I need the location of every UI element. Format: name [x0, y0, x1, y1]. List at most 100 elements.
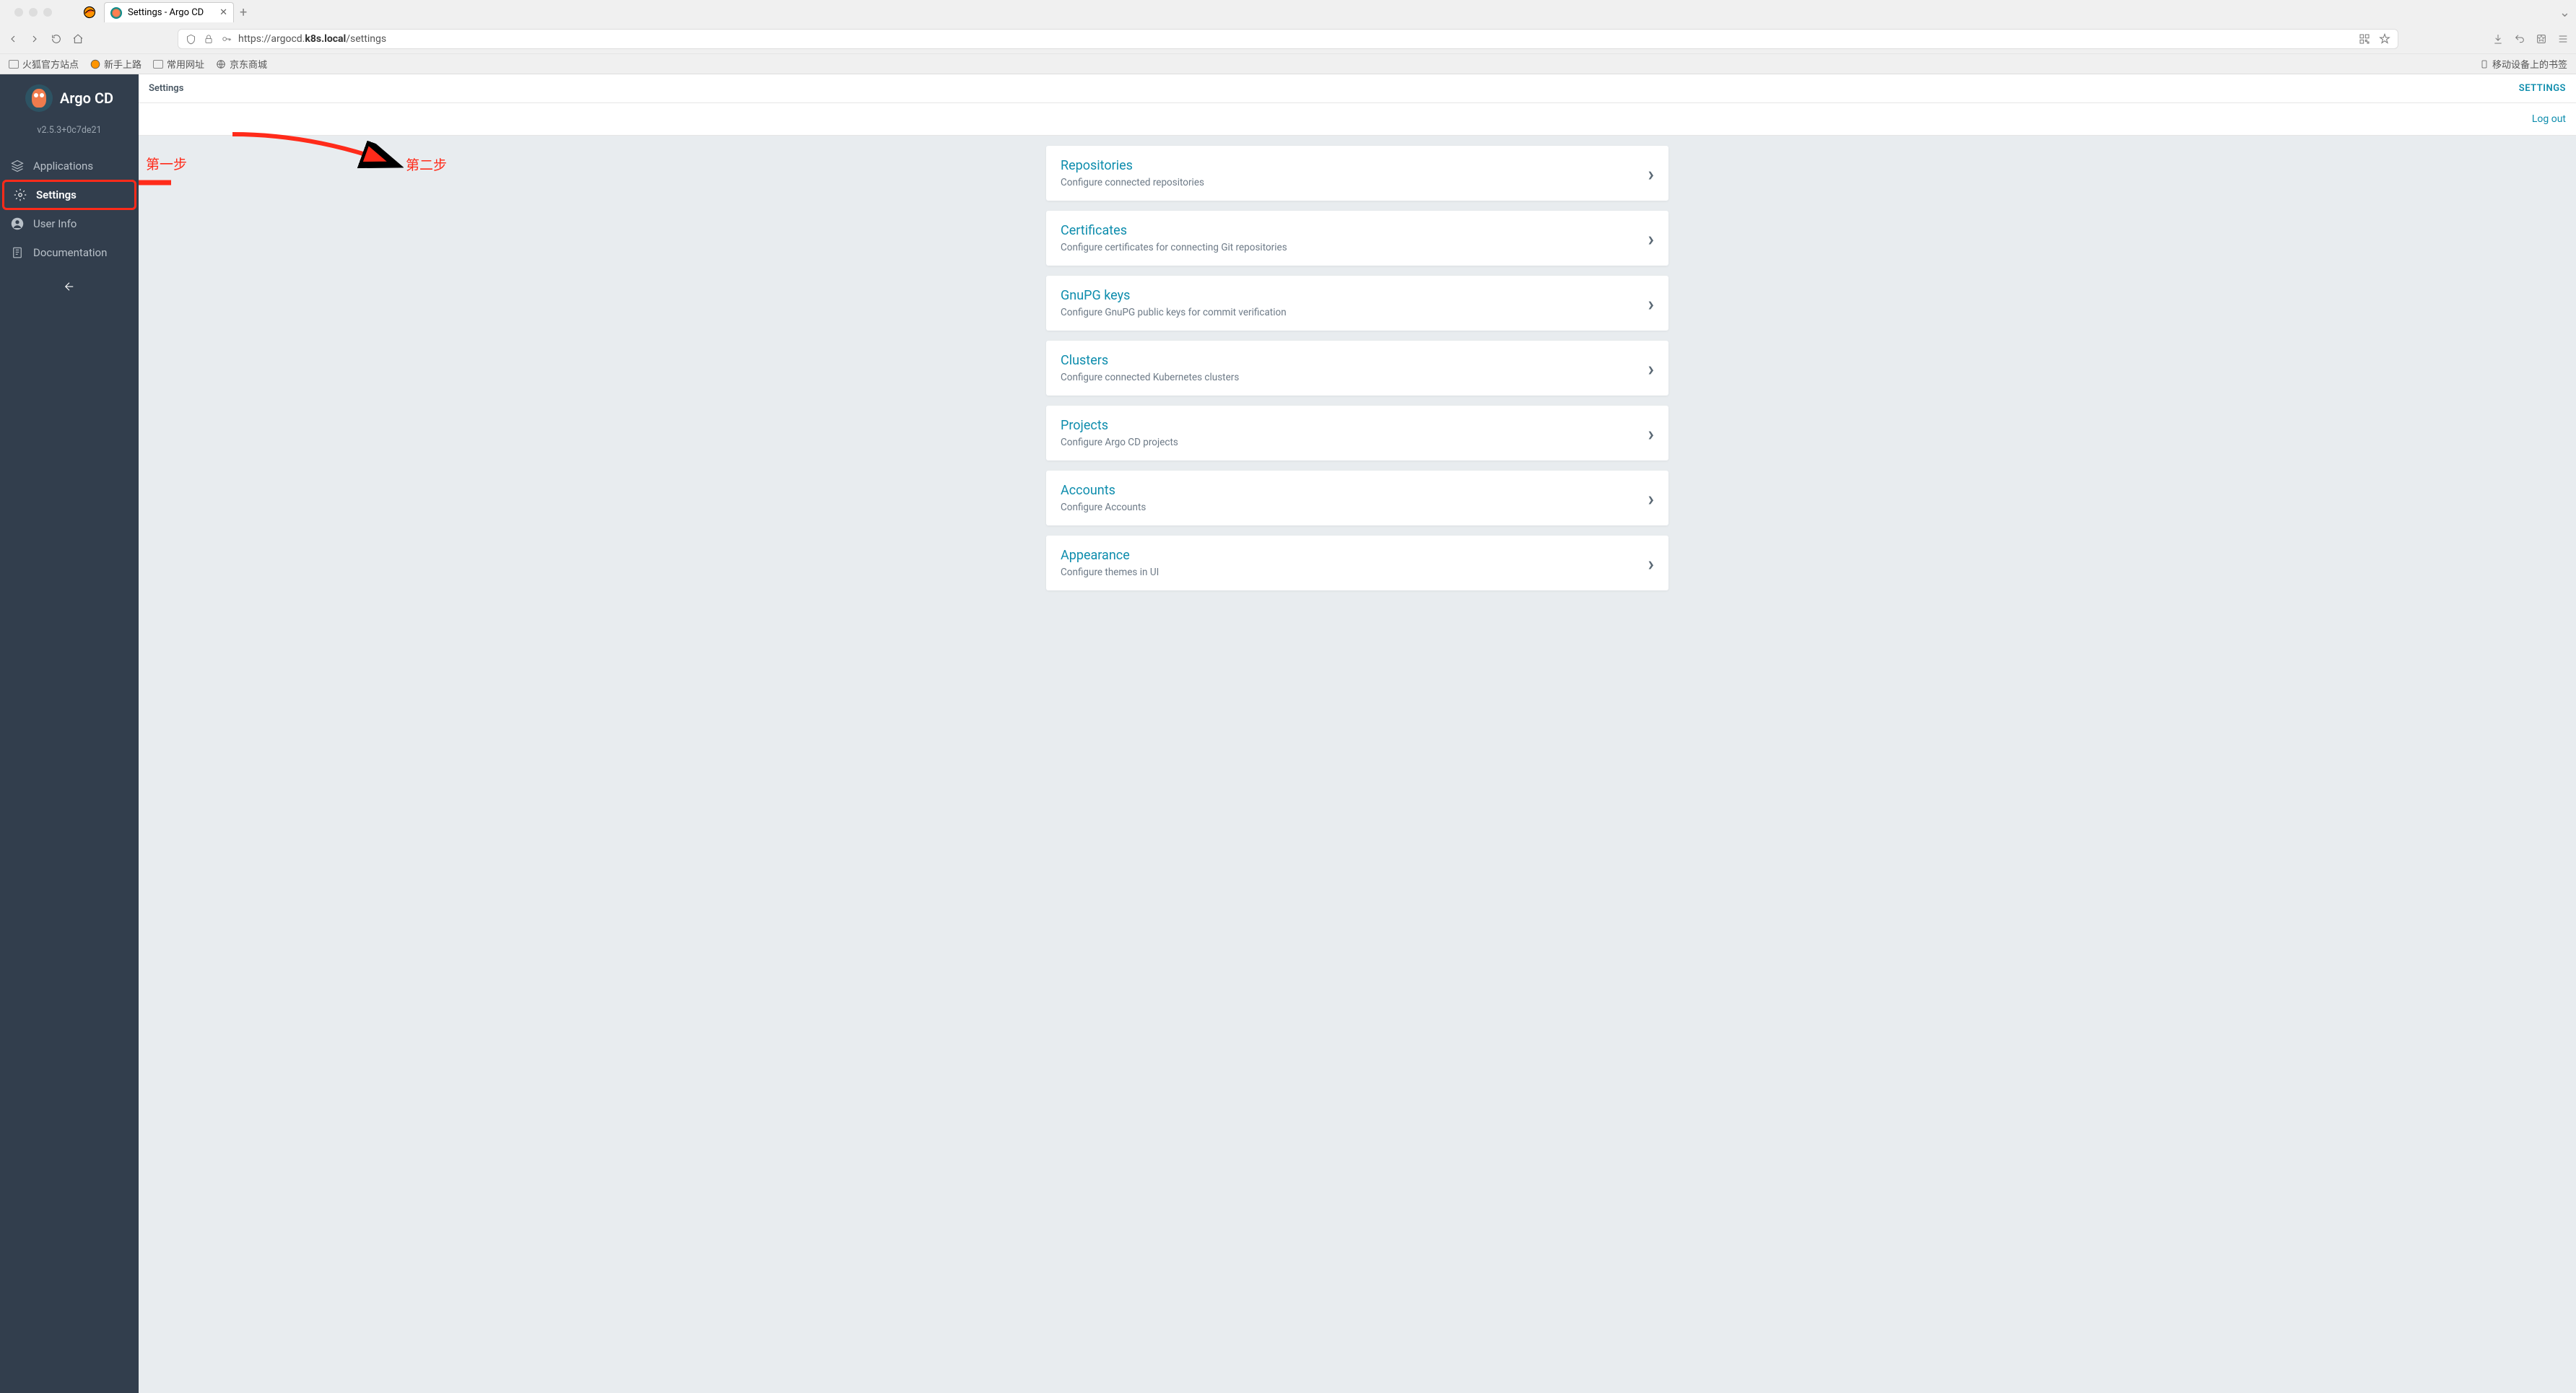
card-gnupg[interactable]: GnuPG keys Configure GnuPG public keys f… — [1046, 276, 1668, 331]
card-title: Clusters — [1061, 353, 1648, 368]
firefox-icon — [82, 5, 97, 19]
minimize-window-dot[interactable] — [29, 8, 38, 17]
shield-icon — [186, 34, 196, 45]
address-bar-row: https://argocd.k8s.local/settings — [0, 25, 2576, 53]
download-icon[interactable] — [2492, 33, 2504, 45]
new-tab-button[interactable]: + — [240, 5, 247, 20]
url-text: https://argocd.k8s.local/settings — [238, 33, 386, 45]
card-title: Repositories — [1061, 158, 1648, 173]
nav-label: Documentation — [33, 246, 107, 259]
card-desc: Configure Accounts — [1061, 502, 1648, 513]
chevron-right-icon: › — [1648, 227, 1654, 250]
main-content: Settings SETTINGS Log out 第一步 第二步 — [139, 74, 2576, 1393]
browser-tools — [2492, 33, 2569, 45]
sidebar-header: Argo CD v2.5.3+0c7de21 — [0, 84, 139, 149]
close-tab-icon[interactable]: ✕ — [219, 7, 227, 18]
extensions-icon[interactable] — [2536, 33, 2547, 45]
user-icon — [10, 217, 25, 231]
qr-icon[interactable] — [2359, 33, 2370, 45]
layers-icon — [10, 159, 25, 173]
gear-icon — [13, 188, 27, 202]
bookmarks-bar: 火狐官方站点 新手上路 常用网址 京东商城 移动设备上的书签 — [0, 53, 2576, 74]
card-desc: Configure connected repositories — [1061, 177, 1648, 188]
nav-label: User Info — [33, 217, 77, 230]
globe-icon — [216, 59, 226, 69]
card-certificates[interactable]: Certificates Configure certificates for … — [1046, 211, 1668, 266]
firefox-small-icon — [90, 59, 100, 69]
card-repositories[interactable]: Repositories Configure connected reposit… — [1046, 146, 1668, 201]
nav-item-documentation[interactable]: Documentation — [0, 238, 139, 267]
arrow-left-icon — [63, 280, 76, 293]
bookmark-item-2[interactable]: 常用网址 — [153, 57, 204, 71]
logout-link[interactable]: Log out — [2532, 113, 2566, 125]
version-text: v2.5.3+0c7de21 — [37, 125, 101, 136]
address-bar[interactable]: https://argocd.k8s.local/settings — [178, 29, 2398, 49]
nav-label: Settings — [36, 188, 77, 201]
tab-title: Settings - Argo CD — [128, 7, 204, 18]
app-title: Argo CD — [60, 89, 113, 107]
nav-item-userinfo[interactable]: User Info — [0, 209, 139, 238]
nav-item-settings[interactable]: Settings — [3, 180, 136, 209]
mobile-bookmarks[interactable]: 移动设备上的书签 — [2480, 57, 2567, 71]
bookmark-item-0[interactable]: 火狐官方站点 — [9, 57, 79, 71]
back-button[interactable] — [7, 33, 19, 45]
chevron-right-icon: › — [1648, 422, 1654, 445]
card-title: Appearance — [1061, 548, 1648, 563]
nav-buttons — [7, 33, 84, 45]
card-desc: Configure Argo CD projects — [1061, 437, 1648, 448]
reload-button[interactable] — [51, 33, 62, 45]
maximize-window-dot[interactable] — [43, 8, 52, 17]
close-window-dot[interactable] — [14, 8, 23, 17]
card-projects[interactable]: Projects Configure Argo CD projects › — [1046, 406, 1668, 460]
card-title: Certificates — [1061, 223, 1648, 238]
annotation-step1-text: 第一步 — [146, 154, 187, 173]
chevron-right-icon: › — [1648, 357, 1654, 380]
bookmark-item-3[interactable]: 京东商城 — [216, 57, 267, 71]
browser-chrome: Settings - Argo CD ✕ + ⌄ https://argocd.… — [0, 0, 2576, 74]
book-icon — [10, 245, 25, 260]
nav-item-applications[interactable]: Applications — [0, 152, 139, 180]
key-icon — [221, 34, 232, 44]
card-appearance[interactable]: Appearance Configure themes in UI › — [1046, 536, 1668, 590]
card-title: GnuPG keys — [1061, 288, 1648, 303]
settings-cards: 第一步 第二步 — [139, 136, 2576, 611]
forward-button[interactable] — [29, 33, 40, 45]
card-title: Accounts — [1061, 483, 1648, 498]
history-back-icon[interactable] — [2514, 33, 2525, 45]
tab-bar: Settings - Argo CD ✕ + ⌄ — [0, 0, 2576, 25]
card-desc: Configure GnuPG public keys for commit v… — [1061, 307, 1648, 318]
folder-icon — [153, 60, 163, 69]
window-controls — [6, 8, 61, 17]
home-button[interactable] — [72, 33, 84, 45]
lock-icon — [204, 34, 214, 44]
card-desc: Configure certificates for connecting Gi… — [1061, 242, 1648, 253]
breadcrumb: Settings — [149, 83, 183, 94]
bookmark-star-icon[interactable] — [2379, 33, 2390, 45]
collapse-sidebar-button[interactable] — [0, 267, 139, 306]
annotation-step2-text: 第二步 — [406, 154, 447, 174]
card-desc: Configure connected Kubernetes clusters — [1061, 372, 1648, 383]
breadcrumb-bar: Settings SETTINGS — [139, 74, 2576, 103]
card-desc: Configure themes in UI — [1061, 567, 1648, 578]
nav-list: Applications Settings User Info Document… — [0, 152, 139, 267]
folder-icon — [9, 60, 19, 69]
chevron-right-icon: › — [1648, 162, 1654, 185]
annotation-arrow-1 — [139, 173, 175, 192]
card-title: Projects — [1061, 418, 1648, 433]
argo-logo-icon — [25, 84, 53, 112]
browser-tab[interactable]: Settings - Argo CD ✕ — [104, 2, 234, 22]
card-clusters[interactable]: Clusters Configure connected Kubernetes … — [1046, 341, 1668, 396]
tab-favicon-icon — [110, 7, 122, 19]
logout-bar: Log out — [139, 103, 2576, 136]
chevron-right-icon: › — [1648, 292, 1654, 315]
nav-label: Applications — [33, 160, 93, 173]
mobile-icon — [2480, 58, 2489, 70]
chevron-right-icon: › — [1648, 551, 1654, 575]
menu-icon[interactable] — [2557, 33, 2569, 45]
settings-link[interactable]: SETTINGS — [2519, 83, 2566, 94]
card-accounts[interactable]: Accounts Configure Accounts › — [1046, 471, 1668, 525]
chevron-right-icon: › — [1648, 486, 1654, 510]
bookmark-item-1[interactable]: 新手上路 — [90, 57, 142, 71]
sidebar: Argo CD v2.5.3+0c7de21 Applications Sett… — [0, 74, 139, 1393]
tabs-dropdown-icon[interactable]: ⌄ — [2559, 5, 2570, 20]
